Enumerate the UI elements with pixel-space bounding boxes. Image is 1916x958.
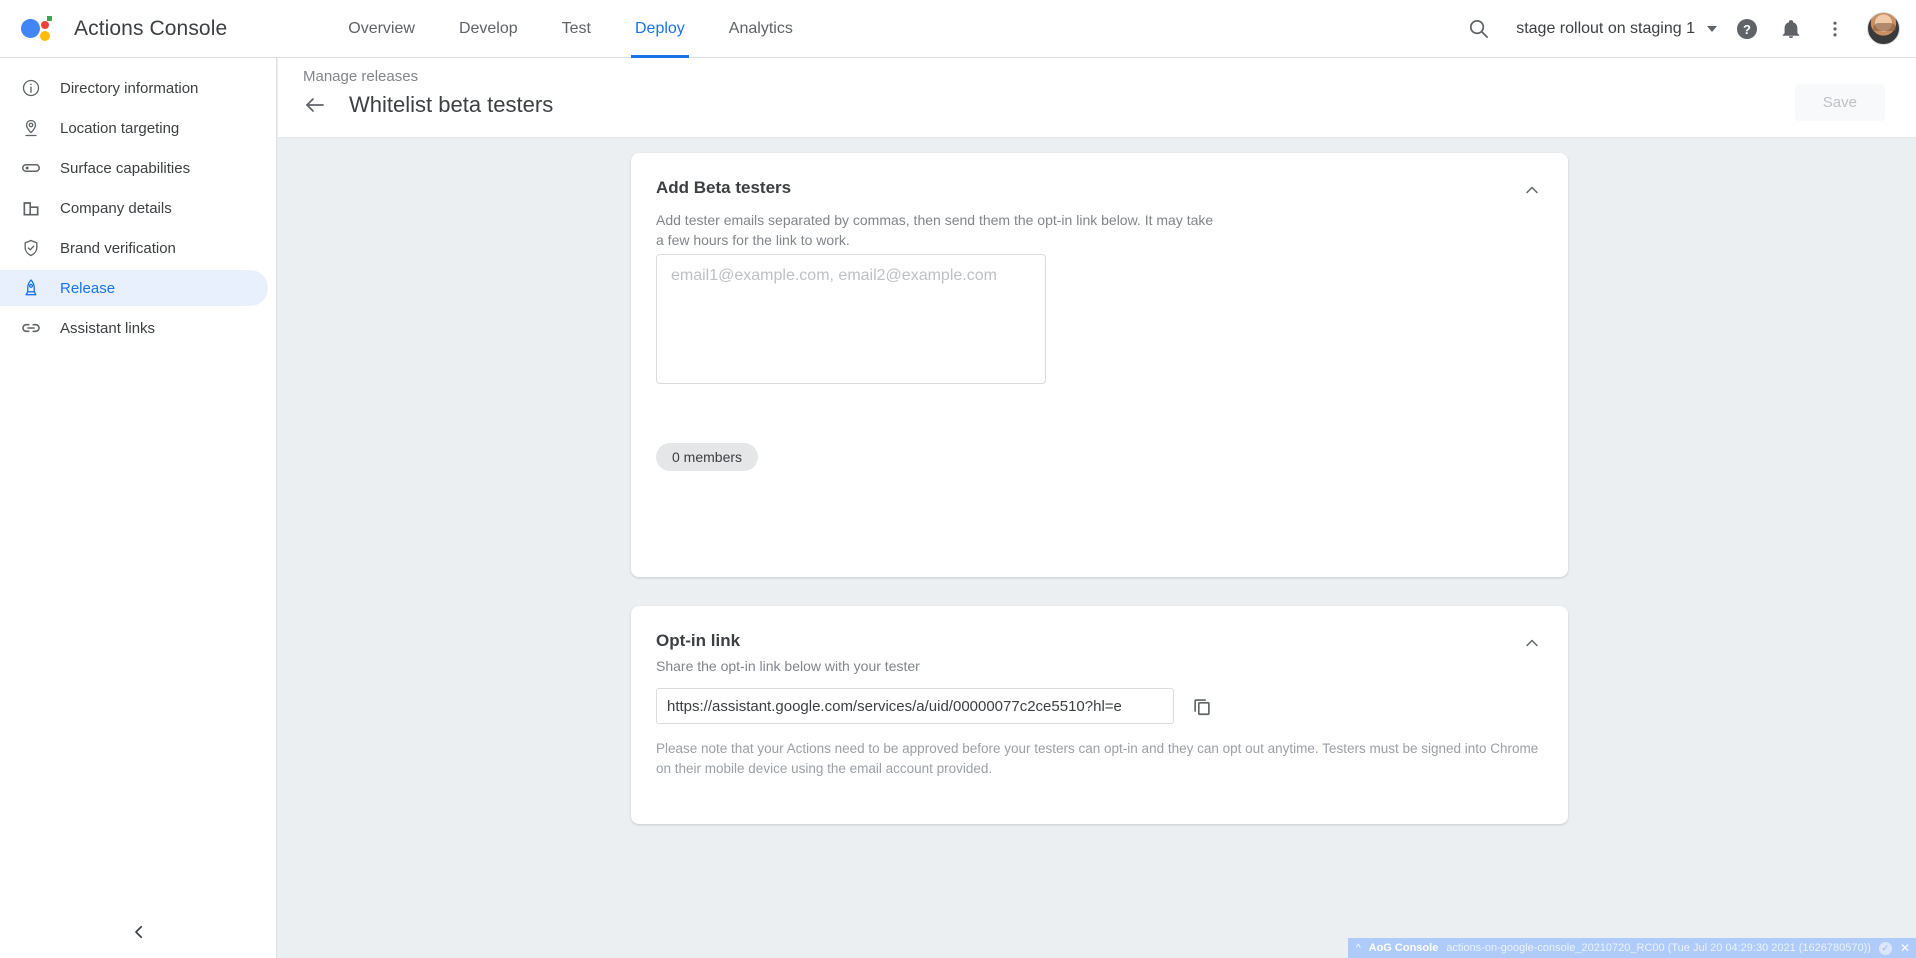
opt-in-note: Please note that your Actions need to be… [656, 739, 1556, 780]
bell-icon[interactable] [1771, 9, 1811, 49]
help-icon[interactable]: ? [1727, 9, 1767, 49]
content-header: Manage releases Whitelist beta testers S… [278, 58, 1916, 138]
sidebar-item-label: Brand verification [60, 240, 176, 257]
svg-text:?: ? [1743, 22, 1751, 37]
project-name: stage rollout on staging 1 [1516, 20, 1695, 38]
top-bar-actions: stage rollout on staging 1 ? [1458, 9, 1916, 49]
sidebar-item-brand-verification[interactable]: Brand verification [0, 230, 268, 266]
link-icon [20, 317, 42, 339]
opt-in-link-row [656, 688, 1216, 724]
sidebar-collapse-button[interactable] [0, 906, 277, 958]
chevron-up-icon[interactable] [1521, 179, 1543, 201]
tab-deploy[interactable]: Deploy [613, 0, 707, 58]
tab-develop[interactable]: Develop [437, 0, 540, 58]
sidebar-item-location-targeting[interactable]: Location targeting [0, 110, 268, 146]
sidebar-item-directory-information[interactable]: Directory information [0, 70, 268, 106]
tab-test[interactable]: Test [540, 0, 613, 58]
sidebar-item-label: Surface capabilities [60, 160, 190, 177]
location-pin-icon [20, 117, 42, 139]
save-button[interactable]: Save [1795, 84, 1885, 121]
beta-tester-emails-input[interactable] [656, 254, 1046, 384]
opt-in-link-input[interactable] [656, 688, 1174, 724]
arrow-left-icon[interactable] [303, 93, 327, 117]
project-selector[interactable]: stage rollout on staging 1 [1502, 20, 1723, 38]
check-circle-icon: ✓ [1879, 942, 1892, 955]
build-status-strip: ^ AoG Console actions-on-google-console_… [1348, 938, 1916, 958]
sidebar-item-label: Assistant links [60, 320, 155, 337]
copy-icon[interactable] [1188, 692, 1216, 720]
more-vert-icon[interactable] [1815, 9, 1855, 49]
card-description: Share the opt-in link below with your te… [656, 658, 920, 674]
app-title: Actions Console [74, 17, 227, 41]
chevron-down-icon [1707, 26, 1717, 32]
status-app-name: AoG Console [1369, 942, 1439, 954]
search-icon[interactable] [1458, 9, 1498, 49]
main-nav-tabs: Overview Develop Test Deploy Analytics [326, 0, 815, 58]
close-icon[interactable]: ✕ [1900, 941, 1910, 955]
shield-check-icon [20, 237, 42, 259]
sidebar-item-assistant-links[interactable]: Assistant links [0, 310, 268, 346]
add-beta-testers-card: Add Beta testers Add tester emails separ… [631, 153, 1568, 577]
tab-overview[interactable]: Overview [326, 0, 437, 58]
chevron-left-icon [130, 923, 148, 941]
main-content: Add Beta testers Add tester emails separ… [278, 139, 1916, 958]
expand-caret-icon[interactable]: ^ [1356, 943, 1361, 954]
page-title: Whitelist beta testers [349, 92, 553, 118]
breadcrumb[interactable]: Manage releases [303, 68, 418, 85]
top-app-bar: Actions Console Overview Develop Test De… [0, 0, 1916, 58]
sidebar-item-label: Release [60, 280, 115, 297]
opt-in-link-card: Opt-in link Share the opt-in link below … [631, 606, 1568, 824]
info-icon [20, 77, 42, 99]
sidebar-item-label: Directory information [60, 80, 198, 97]
card-title: Add Beta testers [656, 178, 791, 198]
chevron-up-icon[interactable] [1521, 632, 1543, 654]
title-row: Whitelist beta testers [303, 92, 553, 118]
sidebar-item-surface-capabilities[interactable]: Surface capabilities [0, 150, 268, 186]
rocket-icon [20, 277, 42, 299]
capsule-icon [20, 157, 42, 179]
status-build-string: actions-on-google-console_20210720_RC00 … [1446, 942, 1871, 954]
building-icon [20, 197, 42, 219]
sidebar-nav: Directory information Location targeting… [0, 58, 277, 958]
card-description: Add tester emails separated by commas, t… [656, 210, 1216, 251]
sidebar-item-label: Company details [60, 200, 172, 217]
tab-analytics[interactable]: Analytics [707, 0, 815, 58]
sidebar-item-company-details[interactable]: Company details [0, 190, 268, 226]
google-assistant-logo [21, 15, 51, 43]
card-title: Opt-in link [656, 631, 740, 651]
logo-container[interactable] [10, 15, 62, 43]
members-count-chip: 0 members [656, 443, 758, 471]
sidebar-item-release[interactable]: Release [0, 270, 268, 306]
avatar[interactable] [1867, 12, 1900, 45]
sidebar-item-label: Location targeting [60, 120, 179, 137]
